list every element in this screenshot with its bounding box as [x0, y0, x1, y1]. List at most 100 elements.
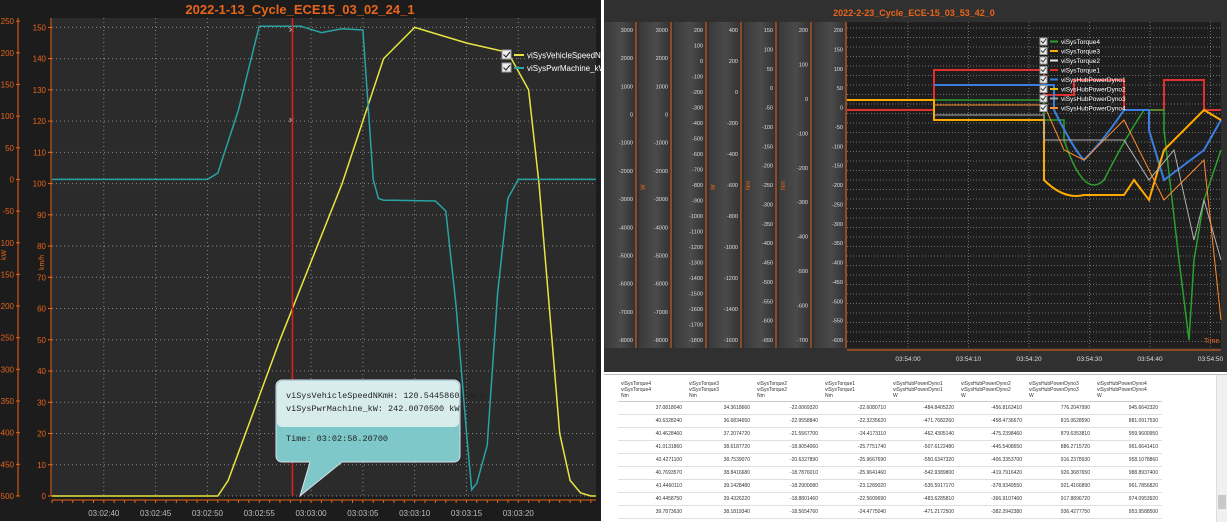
right-x-tick-label: 03:54:40: [1137, 356, 1163, 363]
table-cell: -25.9641460: [822, 467, 890, 480]
outer-y-tick: -300: [0, 365, 15, 374]
table-row[interactable]: 38.786261040.8241880-19.4619880-23.95789…: [618, 519, 1162, 522]
table-cell: 881.0917530: [1094, 415, 1162, 428]
table-cell: 41.4460110: [618, 480, 686, 493]
table-row[interactable]: 41.446011039.1428480-18.2900080-23.12890…: [618, 480, 1162, 493]
right-y-tick: -1600: [724, 338, 738, 344]
right-y-tick: -200: [692, 90, 703, 96]
outer-y-tick: -350: [0, 397, 15, 406]
table-cell: 776.2047990: [1026, 402, 1094, 415]
table-row[interactable]: 40.445875039.4326220-18.8801460-22.56096…: [618, 493, 1162, 506]
right-y-tick: -500: [797, 269, 808, 275]
x-tick-label: 03:03:15: [451, 509, 483, 518]
right-y-tick: -650: [762, 338, 773, 344]
column-header[interactable]: viSysHubPowerDyno2viSysHubPowerDyno2W: [958, 381, 1026, 402]
right-y-tick: -350: [762, 222, 773, 228]
table-row[interactable]: 40.769357038.8416680-18.7876010-25.96414…: [618, 467, 1162, 480]
outer-y-tick: -100: [0, 239, 15, 248]
table-cell: -25.7751740: [822, 441, 890, 454]
x-tick-label: 03:03:20: [503, 509, 535, 518]
table-row[interactable]: 37.081804034.3618660-22.0069320-22.60807…: [618, 402, 1162, 415]
column-header[interactable]: viSysTorque3viSysTorque3Nm: [686, 381, 754, 402]
inner-y-tick: 120: [33, 117, 47, 126]
table-row[interactable]: 42.427110038.7539070-20.6327890-25.96676…: [618, 454, 1162, 467]
right-y-tick: 200: [694, 28, 703, 34]
column-header[interactable]: viSysTorque4viSysTorque4Nm: [618, 381, 686, 402]
table-cell: 38.1819340: [686, 506, 754, 519]
right-y-tick: -300: [797, 200, 808, 206]
right-y-tick: -250: [762, 183, 773, 189]
column-header[interactable]: viSysTorque1viSysTorque1Nm: [822, 381, 890, 402]
right-x-tick-label: 03:54:00: [895, 356, 921, 363]
table-cell: 38.6187720: [686, 441, 754, 454]
left-chart[interactable]: 2022-1-13_Cycle_ECE15_03_02_24_1 2502001…: [0, 0, 601, 521]
right-y-tick: -1200: [724, 276, 738, 282]
right-y-tick: -550: [832, 319, 843, 325]
outer-y-tick: -50: [2, 207, 14, 216]
outer-axis-label: kW: [1, 250, 8, 261]
table-row[interactable]: 40.632824036.6834650-22.9558840-22.32356…: [618, 415, 1162, 428]
table-cell: 37.2074720: [686, 428, 754, 441]
table-cell: 37.0818040: [618, 402, 686, 415]
column-header-line: W: [961, 393, 1023, 399]
x-tick-label: 03:03:00: [295, 509, 327, 518]
table-scrollbar[interactable]: [1216, 375, 1227, 522]
right-y-tick: 100: [694, 44, 703, 50]
table-cell: -23.1289020: [822, 480, 890, 493]
right-y-tick: -700: [692, 168, 703, 174]
right-y-tick: -8000: [654, 338, 668, 344]
legend-label: viSysHubPowerDyno2: [1061, 87, 1126, 94]
right-y-tick: -8000: [619, 338, 633, 344]
right-y-tick: -6000: [619, 282, 633, 288]
table-cell: -20.6327890: [754, 454, 822, 467]
right-y-tick: -450: [832, 280, 843, 286]
inner-y-tick: 60: [37, 305, 46, 314]
table-row[interactable]: 41.013186038.6187720-18.9054060-25.77517…: [618, 441, 1162, 454]
table-row[interactable]: 40.462846037.2074720-21.5567700-24.41731…: [618, 428, 1162, 441]
column-header-line: W: [893, 393, 955, 399]
legend-label: viSysHubPowerDyno3: [1061, 96, 1126, 103]
table-cell: -484.8405220: [890, 402, 958, 415]
table-cell: -475.2398460: [958, 428, 1026, 441]
right-y-axis-label: W: [711, 184, 717, 190]
scrollbar-thumb[interactable]: [1218, 495, 1226, 509]
table-cell: -24.4173110: [822, 428, 890, 441]
column-header[interactable]: viSysHubPowerDyno1viSysHubPowerDyno1W: [890, 381, 958, 402]
table-row[interactable]: 39.787363038.1819340-18.5654760-24.47750…: [618, 506, 1162, 519]
table-cell: -378.5776430: [958, 519, 1026, 522]
table-cell: 38.8416680: [686, 467, 754, 480]
right-y-tick: -350: [832, 241, 843, 247]
legend-label: viSysTorque3: [1061, 49, 1100, 56]
right-y-tick: -1400: [689, 276, 703, 282]
inner-y-tick: 40: [37, 367, 46, 376]
right-y-tick: -4000: [654, 225, 668, 231]
outer-y-tick: 150: [1, 80, 15, 89]
column-header[interactable]: viSysHubPowerDyno4viSysHubPowerDyno4W: [1094, 381, 1162, 402]
table-cell: 936.4277750: [1026, 506, 1094, 519]
right-y-tick: -1800: [689, 338, 703, 344]
right-y-tick: -50: [765, 106, 773, 112]
x-tick-label: 03:02:55: [244, 509, 276, 518]
outer-y-tick: 250: [1, 17, 15, 26]
table-cell: 958.1078860: [1094, 454, 1162, 467]
right-y-tick: 100: [799, 62, 808, 68]
outer-y-tick: 50: [5, 144, 14, 153]
table-cell: -18.7876010: [754, 467, 822, 480]
right-chart[interactable]: 3000200010000-1000-2000-3000-4000-5000-6…: [604, 0, 1227, 372]
right-y-tick: 50: [837, 86, 843, 92]
right-y-tick: -200: [797, 166, 808, 172]
table-cell: 34.3618660: [686, 402, 754, 415]
x-tick-label: 03:02:50: [192, 509, 224, 518]
inner-y-tick: 150: [33, 23, 47, 32]
right-y-tick: 0: [805, 97, 808, 103]
right-y-tick: -200: [762, 164, 773, 170]
right-x-tick-label: 03:54:20: [1016, 356, 1042, 363]
table-cell: 959.9600950: [1094, 428, 1162, 441]
column-header[interactable]: viSysHubPowerDyno3viSysHubPowerDyno3W: [1026, 381, 1094, 402]
right-chart-panel: 3000200010000-1000-2000-3000-4000-5000-6…: [604, 0, 1227, 372]
right-y-tick: -5000: [619, 253, 633, 259]
x-tick-label: 03:02:45: [140, 509, 172, 518]
right-y-tick: 0: [700, 59, 703, 65]
right-y-tick: -1500: [689, 292, 703, 298]
column-header[interactable]: viSysTorque2viSysTorque2Nm: [754, 381, 822, 402]
